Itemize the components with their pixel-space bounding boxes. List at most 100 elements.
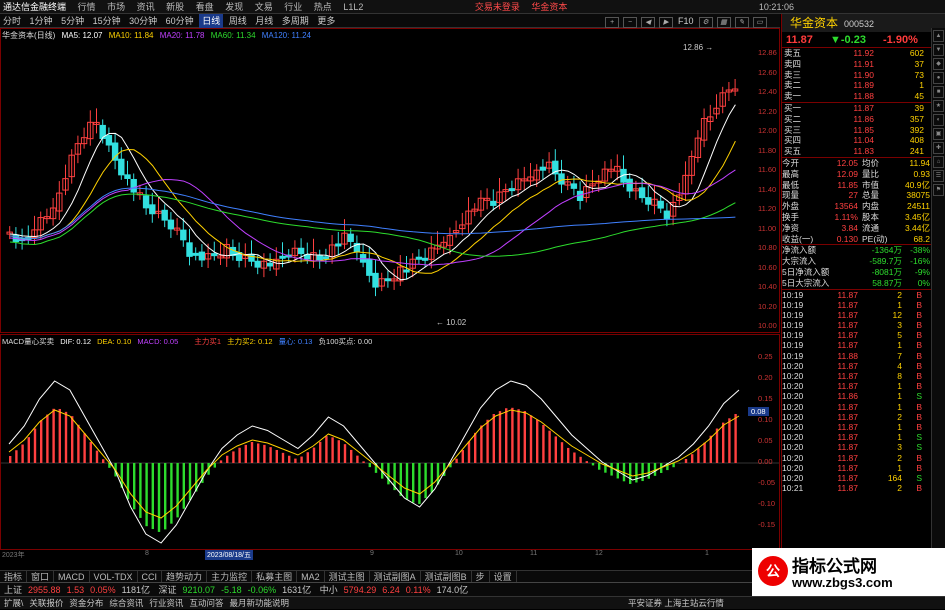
right-icon[interactable]: ▶ <box>659 17 673 28</box>
bottom-link[interactable]: 关联报价 <box>29 598 63 608</box>
ma120-label: MA120: 11.24 <box>262 31 311 40</box>
candle <box>187 243 192 257</box>
tool-icon[interactable]: ⚑ <box>933 184 944 196</box>
settings-icon[interactable]: ⚙ <box>699 17 713 28</box>
index-value: 5794.29 <box>344 585 377 595</box>
quote-cell: 0.93 <box>894 169 930 180</box>
menu-item[interactable]: 新股 <box>166 0 184 14</box>
quote-row: 买二11.86357 <box>782 114 945 125</box>
macd-tick: -0.15 <box>758 520 775 529</box>
quote-cell: 40.9亿 <box>894 180 930 191</box>
quote-cell: 68.2 <box>894 234 930 245</box>
menu-item[interactable]: 看盘 <box>196 0 214 14</box>
period-tab[interactable]: 分时 <box>0 14 24 28</box>
f10-button[interactable]: F10 <box>675 14 697 28</box>
grid-icon[interactable]: ▦ <box>717 17 731 28</box>
kline-chart[interactable] <box>0 28 780 333</box>
tool-icon[interactable]: ⌂ <box>933 156 944 168</box>
tool-icon[interactable]: ■ <box>933 86 944 98</box>
menu-item[interactable]: 市场 <box>107 0 125 14</box>
period-tab[interactable]: 15分钟 <box>90 14 124 28</box>
index-name[interactable]: 中小 <box>320 585 338 595</box>
x-label: 9 <box>370 550 374 557</box>
dif-label: DIF: 0.12 <box>60 337 91 346</box>
quote-row: 10:2011.871B <box>782 402 945 412</box>
tool-icon[interactable]: ★ <box>933 100 944 112</box>
period-tab[interactable]: 多周期 <box>279 14 312 28</box>
quote-cell: 2 <box>858 412 902 422</box>
tool-icon[interactable]: ▼ <box>933 44 944 56</box>
quote-cell: 10:20 <box>782 422 818 432</box>
quote-cell: 11.87 <box>818 453 858 463</box>
macd-bar <box>176 463 178 517</box>
bottom-link[interactable]: 行业资讯 <box>149 598 183 608</box>
quote-cell: B <box>902 300 922 310</box>
menu-item[interactable]: 资讯 <box>137 0 155 14</box>
macd-bar <box>52 409 54 463</box>
quote-row: 10:2011.878B <box>782 371 945 381</box>
candle <box>664 211 669 219</box>
menu-item[interactable]: 热点 <box>314 0 332 14</box>
login-notice[interactable]: 交易未登录 <box>475 0 520 14</box>
macd-bar <box>90 442 92 463</box>
tool-icon[interactable]: ✚ <box>933 142 944 154</box>
candle <box>627 179 632 191</box>
quote-cell: B <box>902 351 922 361</box>
draw-icon[interactable]: ✎ <box>735 17 749 28</box>
macd-bar <box>294 459 296 463</box>
quote-cell: 今开 <box>782 158 818 169</box>
period-tab-daily[interactable]: 日线 <box>199 14 223 28</box>
macd-bar <box>40 420 42 463</box>
candle <box>212 254 217 256</box>
quote-cell: 10:20 <box>782 402 818 412</box>
quote-cell: 10:20 <box>782 371 818 381</box>
candle <box>416 257 421 259</box>
bottom-link[interactable]: 资金分布 <box>69 598 103 608</box>
candle <box>367 259 372 275</box>
index-pct: 0.05% <box>90 585 116 595</box>
quote-cell: 7 <box>858 351 902 361</box>
x-label: 2023年 <box>2 550 25 560</box>
quote-cell: 11.91 <box>826 59 874 70</box>
menu-item[interactable]: 文易 <box>255 0 273 14</box>
period-tab[interactable]: 5分钟 <box>58 14 87 28</box>
macd-bar <box>474 433 476 463</box>
macd-bar <box>158 463 160 532</box>
menu-item[interactable]: L1L2 <box>343 0 363 14</box>
quote-cell: S <box>902 473 922 483</box>
tool-icon[interactable]: ☰ <box>933 170 944 182</box>
bottom-link[interactable]: 互动问答 <box>189 598 223 608</box>
bottom-link[interactable]: 扩展\ <box>4 598 23 608</box>
macd-bar <box>486 420 488 463</box>
tool-icon[interactable]: ▣ <box>933 128 944 140</box>
macd-bar <box>567 448 569 463</box>
zoom-out-icon[interactable]: − <box>623 17 637 28</box>
menu-item[interactable]: 行业 <box>284 0 302 14</box>
period-tab[interactable]: 60分钟 <box>163 14 197 28</box>
bottom-link[interactable]: 最月新功能说明 <box>229 598 289 608</box>
quote-cell: 11.94 <box>894 158 930 169</box>
quote-cell: 1 <box>858 381 902 391</box>
macd-chart[interactable] <box>0 334 780 550</box>
tool-icon[interactable]: ◆ <box>933 58 944 70</box>
period-tab[interactable]: 1分钟 <box>27 14 56 28</box>
index-name[interactable]: 深证 <box>159 585 177 595</box>
left-icon[interactable]: ◀ <box>641 17 655 28</box>
tick-list: 10:1911.872B10:1911.871B10:1911.8712B10:… <box>782 289 945 494</box>
bottom-link[interactable]: 综合资讯 <box>109 598 143 608</box>
menu-item[interactable]: 行情 <box>78 0 96 14</box>
stock-notice[interactable]: 华金资本 <box>531 0 567 14</box>
tool-icon[interactable]: ▲ <box>933 30 944 42</box>
period-tab[interactable]: 更多 <box>314 14 338 28</box>
menu-item[interactable]: 发现 <box>225 0 243 14</box>
period-tab[interactable]: 周线 <box>226 14 250 28</box>
period-tab[interactable]: 月线 <box>252 14 276 28</box>
tool-icon[interactable]: ● <box>933 72 944 84</box>
window-icon[interactable]: ▭ <box>753 17 767 28</box>
macd-tick: 0.00 <box>758 457 773 466</box>
tool-icon[interactable]: ◐ <box>933 114 944 126</box>
macd-bar <box>369 463 371 467</box>
index-name[interactable]: 上证 <box>4 585 22 595</box>
period-tab[interactable]: 30分钟 <box>126 14 160 28</box>
zoom-in-icon[interactable]: + <box>605 17 619 28</box>
